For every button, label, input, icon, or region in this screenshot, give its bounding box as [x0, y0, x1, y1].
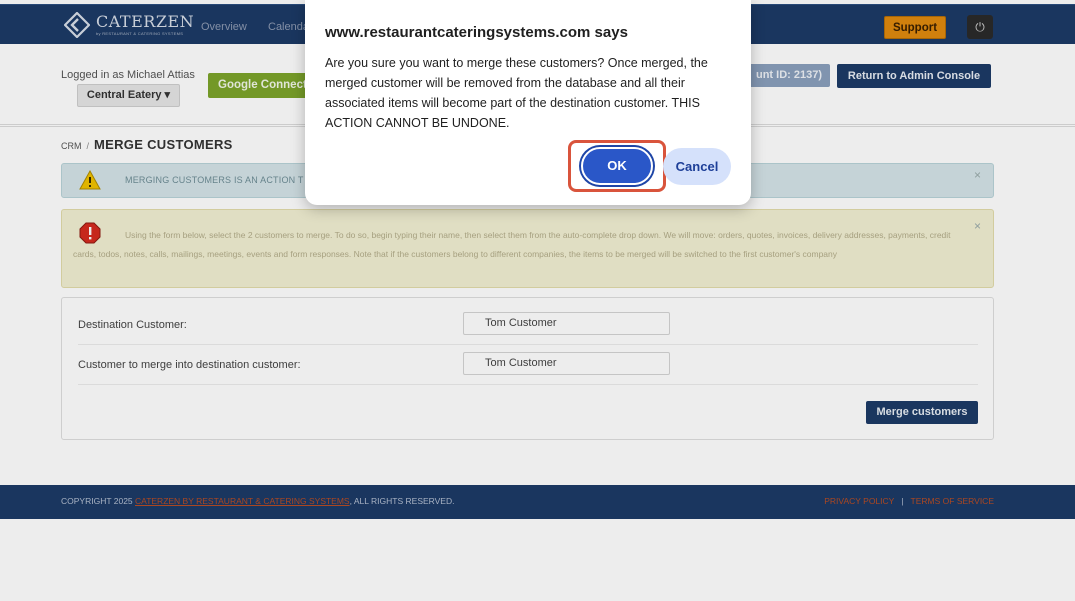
ok-button[interactable]: OK — [581, 147, 653, 185]
cancel-button[interactable]: Cancel — [663, 148, 731, 185]
dialog-title: www.restaurantcateringsystems.com says — [325, 24, 628, 41]
dialog-message: Are you sure you want to merge these cus… — [325, 56, 708, 130]
confirm-dialog: www.restaurantcateringsystems.com says A… — [305, 0, 751, 205]
